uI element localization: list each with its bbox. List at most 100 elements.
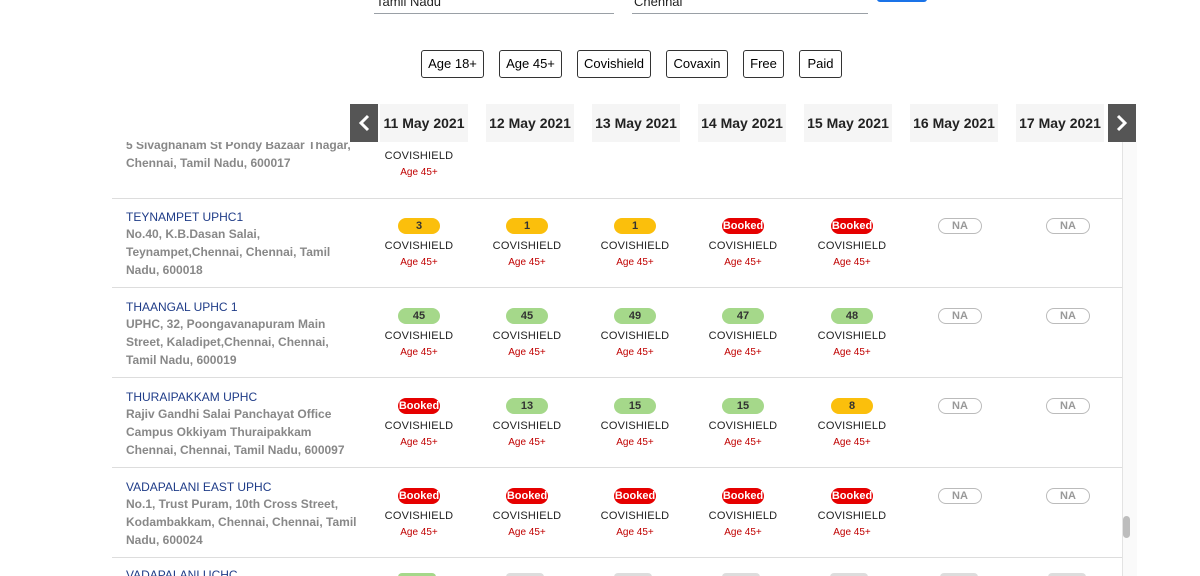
age-limit: Age 45+ (400, 167, 438, 178)
filter-age-18[interactable]: Age 18+ (421, 50, 484, 78)
slot-cell: 48 COVISHIELD Age 45+ (807, 306, 897, 358)
slot-badge[interactable]: 8 (831, 398, 873, 414)
age-limit: Age 45+ (400, 257, 438, 268)
slot-badge[interactable]: Booked (831, 218, 873, 234)
date-col-5[interactable]: 15 May 2021 (804, 104, 892, 142)
slot-cell: Booked COVISHIELD Age 45+ (698, 486, 788, 538)
slot-cell: Booked COVISHIELD Age 45+ (374, 396, 464, 448)
slot-cell: 45 COVISHIELD Age 45+ (482, 306, 572, 358)
slot-badge-na: NA (938, 398, 982, 414)
vaccine-name: COVISHIELD (600, 330, 670, 342)
age-limit: Age 45+ (400, 527, 438, 538)
slot-badge[interactable]: Booked (506, 488, 548, 504)
slot-badge[interactable]: Booked (722, 488, 764, 504)
slot-badge[interactable]: 1 (506, 218, 548, 234)
age-limit: Age 45+ (400, 347, 438, 358)
date-col-4[interactable]: 14 May 2021 (698, 104, 786, 142)
slot-badge[interactable]: 47 (722, 308, 764, 324)
slot-cell: 45 COVISHIELD Age 45+ (374, 306, 464, 358)
slot-cell: 1 COVISHIELD Age 45+ (590, 216, 680, 268)
age-limit: Age 45+ (616, 257, 654, 268)
vaccine-name: COVISHIELD (384, 150, 454, 162)
slot-badge[interactable]: Booked (831, 488, 873, 504)
filter-free[interactable]: Free (743, 50, 784, 78)
center-name[interactable]: VADAPALANI UCHC (126, 568, 238, 576)
age-limit: Age 45+ (508, 527, 546, 538)
center-address: 5 Sivaghanam St Pondy Bazaar Thagar, Che… (126, 142, 351, 170)
date-header: 11 May 2021 12 May 2021 13 May 2021 14 M… (350, 104, 1136, 142)
slot-cell: NA (915, 396, 1005, 414)
state-select[interactable]: Tamil Nadu (374, 0, 614, 14)
slot-badge[interactable]: 49 (614, 308, 656, 324)
slot-badge[interactable]: 45 (506, 308, 548, 324)
age-limit: Age 45+ (833, 257, 871, 268)
age-limit: Age 45+ (724, 527, 762, 538)
vaccine-name: COVISHIELD (492, 420, 562, 432)
age-limit: Age 45+ (724, 257, 762, 268)
district-select[interactable]: Chennai (632, 0, 868, 14)
vaccine-name: COVISHIELD (817, 330, 887, 342)
center-row: TEYNAMPET UPHC1 No.40, K.B.Dasan Salai, … (112, 198, 1122, 288)
filter-covishield[interactable]: Covishield (577, 50, 651, 78)
slot-cell: 15 COVISHIELD Age 45+ (590, 396, 680, 448)
slot-badge-na: NA (1046, 398, 1090, 414)
slot-badge[interactable]: Booked (398, 488, 440, 504)
date-col-1[interactable]: 11 May 2021 (380, 104, 468, 142)
slot-cell: 15 COVISHIELD Age 45+ (698, 396, 788, 448)
filter-covaxin[interactable]: Covaxin (666, 50, 728, 78)
vaccine-name: COVISHIELD (384, 420, 454, 432)
vaccine-name: COVISHIELD (708, 510, 778, 522)
chevron-right-icon (1116, 114, 1128, 132)
date-col-6[interactable]: 16 May 2021 (910, 104, 998, 142)
date-col-3[interactable]: 13 May 2021 (592, 104, 680, 142)
age-limit: Age 45+ (400, 437, 438, 448)
center-name[interactable]: VADAPALANI EAST UPHC (126, 480, 271, 494)
slot-badge[interactable]: Booked (614, 488, 656, 504)
scrollbar-track[interactable] (1122, 142, 1137, 576)
slot-cell: NA (915, 306, 1005, 324)
slot-cell: NA (1023, 306, 1113, 324)
center-name[interactable]: THURAIPAKKAM UPHC (126, 390, 257, 404)
vaccine-name: COVISHIELD (600, 510, 670, 522)
vaccine-name: COVISHIELD (492, 510, 562, 522)
center-name[interactable]: THAANGAL UPHC 1 (126, 300, 238, 314)
slot-cell: Booked COVISHIELD Age 45+ (807, 486, 897, 538)
vaccine-name: COVISHIELD (708, 240, 778, 252)
slot-badge-na: NA (938, 308, 982, 324)
age-limit: Age 45+ (616, 347, 654, 358)
chevron-left-icon (358, 114, 370, 132)
slot-cell: NA (1023, 216, 1113, 234)
slot-badge[interactable]: 45 (398, 308, 440, 324)
center-name[interactable]: TEYNAMPET UPHC1 (126, 210, 243, 224)
center-row: VADAPALANI EAST UPHC No.1, Trust Puram, … (112, 468, 1122, 558)
slot-badge-na: NA (1046, 488, 1090, 504)
vaccine-name: COVISHIELD (492, 330, 562, 342)
slot-badge-na: NA (938, 218, 982, 234)
next-dates-button[interactable] (1108, 104, 1136, 142)
date-col-2[interactable]: 12 May 2021 (486, 104, 574, 142)
center-row: 5 Sivaghanam St Pondy Bazaar Thagar, Che… (112, 142, 1122, 199)
slot-cell: Booked COVISHIELD Age 45+ (482, 486, 572, 538)
slot-badge[interactable]: 13 (506, 398, 548, 414)
date-col-7[interactable]: 17 May 2021 (1016, 104, 1104, 142)
slot-cell: 49 COVISHIELD Age 45+ (590, 306, 680, 358)
prev-dates-button[interactable] (350, 104, 378, 142)
slot-badge[interactable]: 48 (831, 308, 873, 324)
search-button[interactable] (877, 0, 927, 2)
center-address: No.40, K.B.Dasan Salai, Teynampet,Chenna… (126, 227, 331, 277)
filter-paid[interactable]: Paid (799, 50, 842, 78)
filter-age-45[interactable]: Age 45+ (499, 50, 562, 78)
vaccine-name: COVISHIELD (384, 330, 454, 342)
slot-cell: COVISHIELD Age 45+ (374, 150, 464, 178)
slot-badge[interactable]: Booked (722, 218, 764, 234)
slot-badge-na: NA (938, 488, 982, 504)
slot-badge[interactable]: 15 (614, 398, 656, 414)
slot-badge[interactable]: 15 (722, 398, 764, 414)
vaccine-name: COVISHIELD (600, 240, 670, 252)
slot-badge[interactable]: 1 (614, 218, 656, 234)
slot-badge[interactable]: Booked (398, 398, 440, 414)
vaccine-name: COVISHIELD (708, 420, 778, 432)
slot-badge[interactable]: 3 (398, 218, 440, 234)
filter-bar: Age 18+ Age 45+ Covishield Covaxin Free … (0, 50, 1200, 78)
scrollbar-thumb[interactable] (1123, 516, 1130, 538)
